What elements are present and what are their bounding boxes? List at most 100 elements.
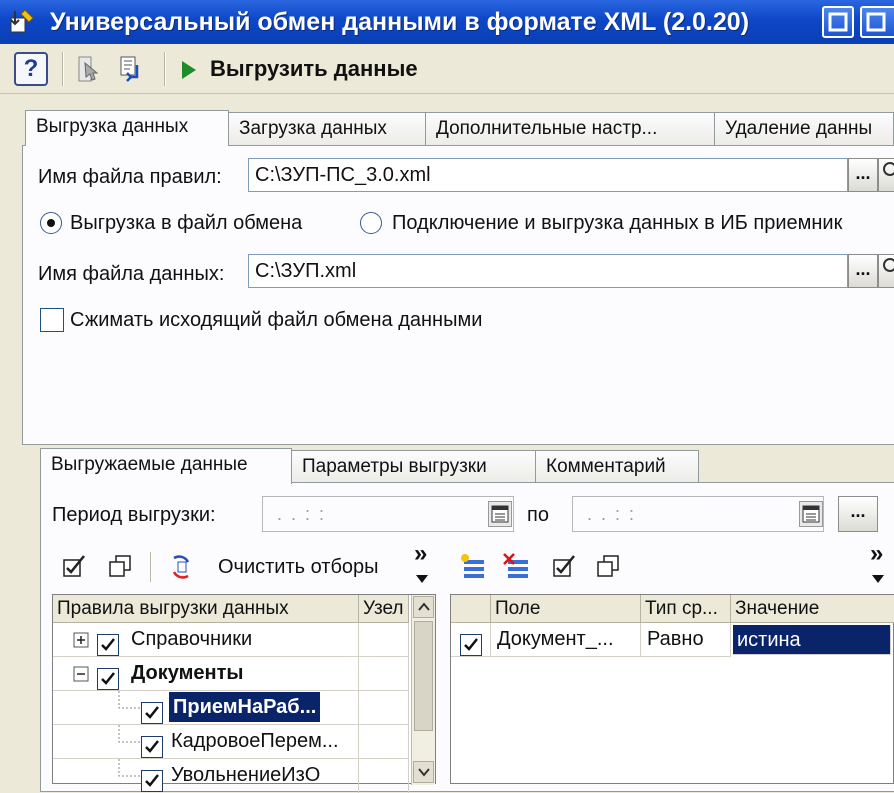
- radio-connect-export-label: Подключение и выгрузка данных в ИБ прием…: [392, 212, 843, 234]
- calendar-from-button[interactable]: [488, 501, 512, 527]
- data-file-input[interactable]: C:\ЗУП.xml: [248, 254, 848, 288]
- period-select-button[interactable]: ...: [838, 496, 878, 532]
- table-cell: [359, 623, 409, 657]
- refresh-icon[interactable]: [166, 552, 196, 582]
- calendar-to-button[interactable]: [799, 501, 823, 527]
- table-row[interactable]: ПриемНаРаб...: [53, 691, 359, 725]
- filter-grid-header-check: [451, 595, 491, 623]
- table-cell: [359, 657, 409, 691]
- title-bar: Универсальный обмен данными в формате XM…: [0, 0, 894, 44]
- filter-field-cell[interactable]: Документ_...: [491, 623, 641, 657]
- clear-filters-button[interactable]: Очистить отборы: [218, 553, 379, 581]
- tab-comment[interactable]: Комментарий: [535, 450, 699, 484]
- filter-type-cell[interactable]: Равно: [641, 623, 731, 657]
- row-checkbox[interactable]: [97, 633, 119, 656]
- row-checkbox[interactable]: [460, 633, 482, 656]
- save-settings-button[interactable]: [114, 50, 152, 88]
- restore-icon: [866, 12, 886, 32]
- row-label: УвольнениеИзО: [171, 764, 321, 786]
- calendar-icon: [802, 505, 820, 523]
- search-icon: [883, 162, 894, 176]
- row-checkbox[interactable]: [141, 701, 163, 724]
- scroll-down-button[interactable]: [413, 761, 434, 783]
- rules-file-open-button[interactable]: [878, 158, 894, 192]
- tab-export-params[interactable]: Параметры выгрузки: [291, 450, 536, 484]
- add-filter-icon[interactable]: [458, 552, 488, 582]
- compress-checkbox-label: Сжимать исходящий файл обмена данными: [70, 309, 483, 331]
- tab-exported-data[interactable]: Выгружаемые данные: [40, 448, 292, 484]
- tab-export[interactable]: Выгрузка данных: [25, 110, 229, 146]
- toolbar-separator: [62, 52, 64, 86]
- upload-data-button[interactable]: Выгрузить данные: [210, 54, 418, 84]
- table-cell: [359, 725, 409, 759]
- row-label: КадровоеПерем...: [171, 730, 339, 752]
- maximize-button[interactable]: [822, 6, 854, 38]
- toolbar-separator: [150, 552, 152, 582]
- filter-grid: Поле Тип ср... Значение Документ_... Рав…: [450, 594, 894, 784]
- period-from-input[interactable]: . . : :: [262, 496, 514, 532]
- row-checkbox[interactable]: [141, 735, 163, 758]
- row-checkbox[interactable]: [97, 667, 119, 690]
- right-toolbar-more-button[interactable]: »: [870, 540, 883, 568]
- tree-line: [118, 725, 141, 743]
- check-all-icon[interactable]: [60, 552, 90, 582]
- tab-delete-data[interactable]: Удаление данны: [714, 112, 894, 146]
- maximize-icon: [828, 12, 848, 32]
- filter-grid-header-value[interactable]: Значение: [731, 595, 894, 623]
- scroll-thumb[interactable]: [414, 621, 433, 731]
- table-row[interactable]: КадровоеПерем...: [53, 725, 359, 759]
- filter-value-cell[interactable]: истина: [733, 625, 891, 655]
- compress-checkbox[interactable]: [40, 308, 64, 332]
- save-settings-icon: [120, 56, 139, 82]
- rules-file-input[interactable]: C:\ЗУП-ПС_3.0.xml: [248, 158, 848, 192]
- app-icon: [10, 9, 34, 33]
- tree-line: [118, 759, 141, 777]
- row-label: Справочники: [131, 628, 253, 650]
- expand-icon[interactable]: [73, 632, 89, 648]
- play-icon: [182, 61, 196, 79]
- restore-button[interactable]: [860, 6, 894, 38]
- chevron-up-icon: [418, 602, 430, 611]
- left-toolbar-more-button[interactable]: »: [414, 540, 427, 568]
- collapse-icon[interactable]: [73, 666, 89, 682]
- table-row[interactable]: Справочники: [53, 623, 359, 657]
- tree-line: [118, 691, 141, 709]
- help-button[interactable]: ?: [14, 52, 48, 86]
- row-label: Документы: [131, 662, 244, 684]
- uncheck-all-icon[interactable]: [594, 552, 624, 582]
- radio-connect-export[interactable]: [360, 212, 382, 234]
- uncheck-all-icon[interactable]: [106, 552, 136, 582]
- toolbar-separator: [164, 52, 166, 86]
- vertical-scrollbar[interactable]: [411, 595, 435, 785]
- table-row[interactable]: Документы: [53, 657, 359, 691]
- delete-filter-icon[interactable]: [502, 552, 532, 582]
- row-label: ПриемНаРаб...: [169, 692, 321, 722]
- chevron-down-icon: [416, 575, 428, 583]
- filter-grid-header-field[interactable]: Поле: [491, 595, 641, 623]
- table-cell: [359, 759, 409, 793]
- tab-import[interactable]: Загрузка данных: [228, 112, 426, 146]
- scroll-up-button[interactable]: [413, 596, 434, 618]
- rules-grid-header-rules[interactable]: Правила выгрузки данных: [53, 595, 359, 623]
- radio-export-to-file[interactable]: [40, 212, 62, 234]
- rules-file-label: Имя файла правил:: [38, 166, 222, 188]
- open-settings-button[interactable]: [70, 50, 108, 88]
- rules-grid-header-node[interactable]: Узел: [359, 595, 409, 623]
- table-cell[interactable]: [451, 623, 491, 657]
- check-all-icon[interactable]: [550, 552, 580, 582]
- filter-grid-header-type[interactable]: Тип ср...: [641, 595, 731, 623]
- table-row[interactable]: УвольнениеИзО: [53, 759, 359, 793]
- tab-additional-settings[interactable]: Дополнительные настр...: [425, 112, 715, 146]
- period-to-label: по: [527, 504, 549, 526]
- chevron-down-icon: [872, 575, 884, 583]
- row-checkbox[interactable]: [141, 769, 163, 792]
- data-file-browse-button[interactable]: ...: [848, 254, 878, 288]
- period-label: Период выгрузки:: [52, 504, 216, 526]
- toolbar: ? Выгрузить данные: [0, 44, 894, 94]
- rules-grid: Правила выгрузки данных Узел Справочники…: [52, 594, 436, 793]
- data-file-open-button[interactable]: [878, 254, 894, 288]
- rules-file-browse-button[interactable]: ...: [848, 158, 878, 192]
- period-to-input[interactable]: . . : :: [572, 496, 824, 532]
- data-file-label: Имя файла данных:: [38, 263, 225, 285]
- chevron-down-icon: [418, 768, 430, 777]
